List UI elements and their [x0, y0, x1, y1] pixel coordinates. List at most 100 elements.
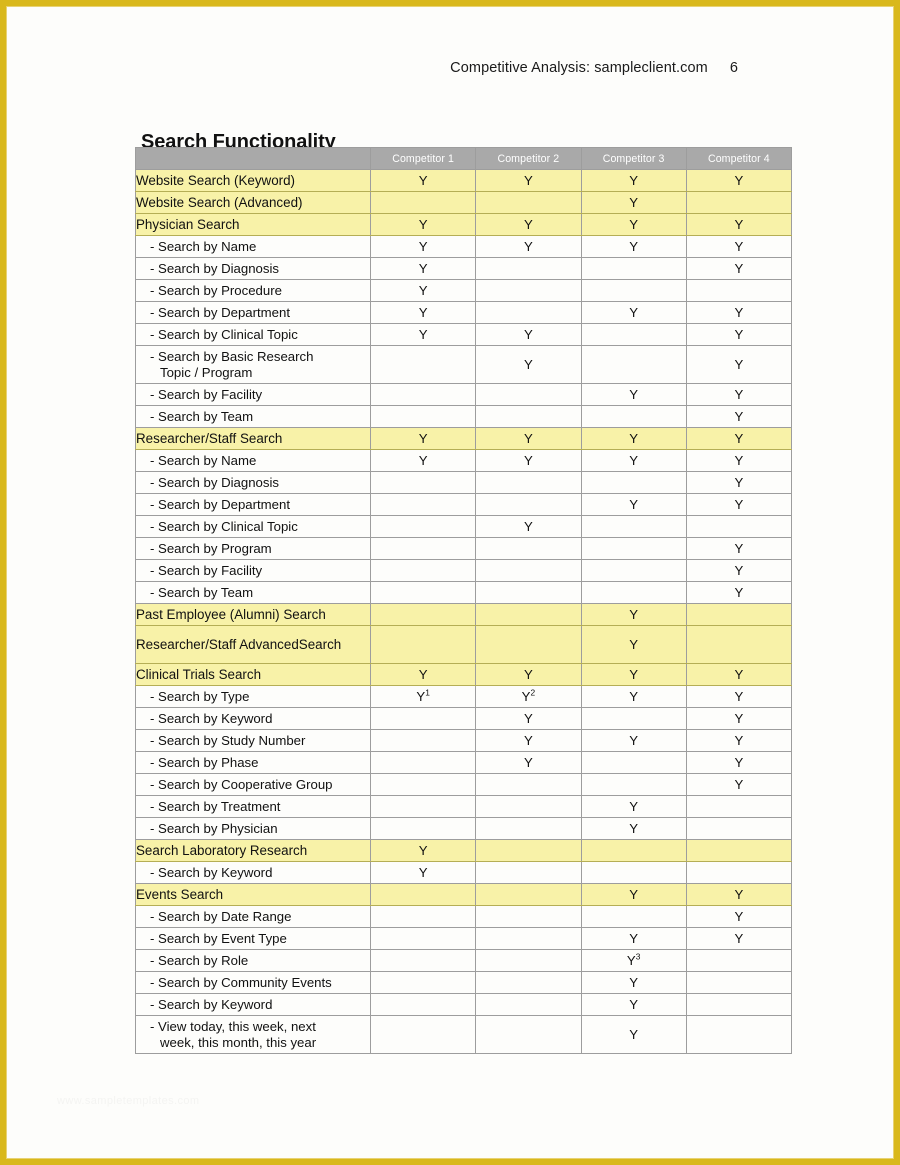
- cell-competitor-4: Y: [685, 449, 793, 472]
- table-row: - Search by Name Y Y Y Y: [135, 235, 793, 258]
- cell-competitor-4: Y: [685, 773, 793, 796]
- feature-category-label: Clinical Trials Search: [135, 663, 371, 686]
- cell-competitor-3: Y: [580, 169, 687, 192]
- cell-competitor-4: Y: [685, 685, 793, 708]
- support-mark: Y: [734, 431, 744, 446]
- column-header-competitor-2: Competitor 2: [475, 147, 582, 170]
- cell-competitor-3: Y: [580, 427, 687, 450]
- support-mark: Y: [629, 1027, 639, 1042]
- cell-competitor-1: [369, 729, 477, 752]
- table-row: - Search by Event Type Y Y: [135, 927, 793, 950]
- cell-competitor-1: [369, 515, 477, 538]
- cell-competitor-3: Y: [580, 383, 687, 406]
- cell-competitor-3: Y: [580, 449, 687, 472]
- cell-competitor-3: [580, 257, 687, 280]
- table-row: - Search by Community Events Y: [135, 971, 793, 994]
- cell-competitor-1: [369, 559, 477, 582]
- table-row: - Search by Physician Y: [135, 817, 793, 840]
- table-row: Past Employee (Alumni) Search Y: [135, 603, 793, 626]
- support-mark: Y: [629, 497, 639, 512]
- feature-label-line-2: week, this month, this year: [160, 1034, 317, 1050]
- feature-sub-label: - Search by Treatment: [135, 795, 371, 818]
- cell-competitor-4: Y: [685, 257, 793, 280]
- cell-competitor-1: [369, 581, 477, 604]
- support-mark: Y: [629, 173, 639, 188]
- column-header-competitor-1: Competitor 1: [369, 147, 477, 170]
- cell-competitor-1: [369, 993, 477, 1016]
- support-mark: Y: [523, 327, 533, 342]
- cell-competitor-1: [369, 405, 477, 428]
- support-mark: Y: [523, 173, 533, 188]
- support-mark: Y: [523, 711, 533, 726]
- support-mark: Y: [734, 755, 744, 770]
- table-row: - Search by Keyword Y: [135, 861, 793, 884]
- support-mark: Y: [629, 387, 639, 402]
- cell-competitor-4: [685, 861, 793, 884]
- support-mark: Y: [629, 997, 639, 1012]
- cell-competitor-4: [685, 817, 793, 840]
- support-mark: Y: [418, 217, 428, 232]
- support-mark: Y: [418, 305, 428, 320]
- cell-competitor-4: [685, 625, 793, 664]
- table-row: Researcher/Staff Search Y Y Y Y: [135, 427, 793, 450]
- feature-category-label: Website Search (Keyword): [135, 169, 371, 192]
- support-mark: Y: [523, 519, 533, 534]
- support-mark: Y: [734, 563, 744, 578]
- feature-sub-label: - Search by Facility: [135, 383, 371, 406]
- cell-competitor-2: [475, 191, 582, 214]
- cell-competitor-3: [580, 323, 687, 346]
- cell-competitor-1: Y: [369, 839, 477, 862]
- cell-competitor-2: [475, 949, 582, 972]
- cell-competitor-1: [369, 883, 477, 906]
- cell-competitor-4: Y: [685, 883, 793, 906]
- support-mark: Y: [734, 327, 744, 342]
- feature-sub-label: - Search by Cooperative Group: [135, 773, 371, 796]
- table-row: - Search by Facility Y Y: [135, 383, 793, 406]
- table-row: - Search by Keyword Y Y: [135, 707, 793, 730]
- cell-competitor-4: Y: [685, 729, 793, 752]
- cell-competitor-2: [475, 405, 582, 428]
- cell-competitor-2: Y: [475, 235, 582, 258]
- cell-competitor-2: [475, 625, 582, 664]
- cell-competitor-2: Y: [475, 213, 582, 236]
- table-row: - Search by Clinical Topic Y: [135, 515, 793, 538]
- cell-competitor-4: Y: [685, 471, 793, 494]
- support-mark: Y: [734, 777, 744, 792]
- cell-competitor-2: [475, 537, 582, 560]
- feature-category-label: Researcher/Staff AdvancedSearch: [135, 625, 371, 664]
- cell-competitor-1: [369, 345, 477, 384]
- support-mark: Y: [523, 239, 533, 254]
- cell-competitor-4: [685, 515, 793, 538]
- cell-competitor-2: [475, 971, 582, 994]
- cell-competitor-4: [685, 949, 793, 972]
- cell-competitor-2: Y: [475, 663, 582, 686]
- cell-competitor-2: [475, 471, 582, 494]
- feature-label-line-1: - View today, this week, next: [150, 1018, 316, 1034]
- cell-competitor-4: Y: [685, 751, 793, 774]
- feature-label-line-1: - Search by Basic Research: [150, 348, 314, 364]
- support-mark: Y: [418, 239, 428, 254]
- table-row: Website Search (Keyword) Y Y Y Y: [135, 169, 793, 192]
- cell-competitor-3: [580, 707, 687, 730]
- cell-competitor-1: Y: [369, 301, 477, 324]
- cell-competitor-1: [369, 817, 477, 840]
- table-row: - Search by Diagnosis Y: [135, 471, 793, 494]
- feature-sub-label: - Search by Physician: [135, 817, 371, 840]
- table-row: Search Laboratory Research Y: [135, 839, 793, 862]
- support-mark: Y: [734, 585, 744, 600]
- table-row: - Search by Cooperative Group Y: [135, 773, 793, 796]
- support-mark: Y: [629, 217, 639, 232]
- support-mark: Y: [734, 541, 744, 556]
- cell-competitor-2: Y: [475, 707, 582, 730]
- support-mark: Y: [626, 953, 636, 968]
- support-mark: Y: [418, 843, 428, 858]
- feature-category-label: Search Laboratory Research: [135, 839, 371, 862]
- cell-competitor-4: [685, 603, 793, 626]
- cell-competitor-3: Y: [580, 603, 687, 626]
- support-mark: Y: [629, 733, 639, 748]
- cell-competitor-4: Y: [685, 581, 793, 604]
- cell-competitor-4: Y: [685, 707, 793, 730]
- support-mark: Y: [734, 689, 744, 704]
- footnote-marker: 2: [530, 687, 536, 698]
- cell-competitor-1: [369, 191, 477, 214]
